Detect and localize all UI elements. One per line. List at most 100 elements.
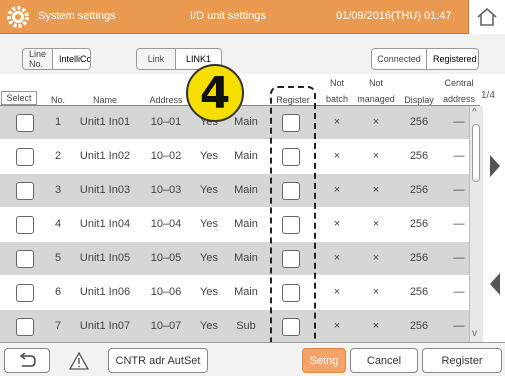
cell-display: 256 [409, 184, 429, 196]
cell-not-managed: × [372, 184, 380, 196]
cell-not-batch: × [333, 150, 341, 162]
cell-display: 256 [409, 150, 429, 162]
register-column-highlight [270, 86, 316, 350]
arrow-left-icon [489, 273, 500, 295]
cell-not-batch: × [333, 116, 341, 128]
cell-not-managed: × [372, 218, 380, 230]
cell-central: — [453, 150, 465, 162]
status-filter[interactable]: Connected Registered [371, 48, 479, 70]
registered-tab[interactable]: Registered [426, 49, 478, 69]
cell-name: Unit1 In01 [79, 116, 131, 128]
cell-mode: Main [234, 184, 258, 196]
scroll-thumb[interactable] [472, 124, 480, 182]
cancel-button[interactable]: Cancel [350, 348, 418, 373]
cell-mode: Main [234, 150, 258, 162]
col-not-batch: Not batch [322, 78, 352, 104]
col-not-managed-line1: Not [368, 78, 383, 88]
cell-name: Unit1 In02 [79, 150, 131, 162]
col-no: No. [50, 95, 65, 105]
warning-button[interactable] [56, 348, 102, 373]
scroll-down-icon[interactable]: v [472, 328, 477, 339]
connected-tab[interactable]: Connected [372, 49, 426, 69]
back-button[interactable] [4, 348, 50, 373]
cell-name: Unit1 In04 [79, 218, 131, 230]
select-checkbox[interactable] [16, 318, 34, 336]
prev-page-button[interactable] [484, 264, 505, 304]
cell-central: — [453, 184, 465, 196]
cell-display: 256 [409, 218, 429, 230]
select-checkbox[interactable] [16, 114, 34, 132]
select-checkbox[interactable] [16, 216, 34, 234]
table-row[interactable]: 6 Unit1 In06 10–06 Yes Main × × 256 — [0, 276, 469, 310]
warning-icon [69, 351, 89, 370]
step-number-callout: 4 [186, 64, 244, 122]
col-central-line1: Central [444, 78, 474, 88]
settings-button[interactable]: Setng [302, 348, 346, 373]
cell-central: — [453, 116, 465, 128]
cell-mode: Main [234, 116, 258, 128]
home-button[interactable] [468, 0, 505, 34]
table-scrollbar[interactable]: ^ v [469, 106, 483, 342]
cell-no: 4 [54, 218, 62, 230]
cell-name: Unit1 In03 [79, 184, 131, 196]
cell-name: Unit1 In05 [79, 252, 131, 264]
cell-yes: Yes [200, 286, 218, 298]
cell-address: 10–03 [150, 184, 182, 196]
next-page-button[interactable] [484, 146, 505, 186]
cntr-adr-autoset-button[interactable]: CNTR adr AutSet [108, 348, 208, 373]
cell-no: 1 [54, 116, 62, 128]
select-checkbox[interactable] [16, 284, 34, 302]
back-arrow-icon [19, 352, 36, 367]
line-no-selector[interactable]: Line No. IntelliCon [22, 48, 91, 70]
app-title: System settings [38, 10, 116, 22]
cell-no: 3 [54, 184, 62, 196]
link-label: Link [137, 49, 175, 69]
line-no-label: Line No. [23, 49, 53, 69]
table-row[interactable]: 2 Unit1 In02 10–02 Yes Main × × 256 — [0, 140, 469, 174]
cell-display: 256 [409, 252, 429, 264]
col-not-managed: Not managed [355, 78, 397, 104]
table-row[interactable]: 4 Unit1 In04 10–04 Yes Main × × 256 — [0, 208, 469, 242]
select-checkbox[interactable] [16, 182, 34, 200]
scroll-up-icon[interactable]: ^ [472, 107, 477, 118]
cell-central: — [453, 218, 465, 230]
table-row[interactable]: 5 Unit1 In05 10–05 Yes Main × × 256 — [0, 242, 469, 276]
cell-mode: Main [234, 218, 258, 230]
home-icon [477, 7, 497, 26]
cell-display: 256 [409, 320, 429, 332]
cell-display: 256 [409, 286, 429, 298]
cell-address: 10–01 [150, 116, 182, 128]
select-checkbox[interactable] [16, 148, 34, 166]
cell-name: Unit1 In06 [79, 286, 131, 298]
cell-no: 7 [54, 320, 62, 332]
table-row[interactable]: 7 Unit1 In07 10–07 Yes Sub × × 256 — [0, 310, 469, 342]
cell-no: 5 [54, 252, 62, 264]
cell-yes: Yes [200, 320, 218, 332]
filter-toolbar: Line No. IntelliCon Link LINK1 Connected… [0, 34, 505, 74]
cell-not-batch: × [333, 320, 341, 332]
select-all-button[interactable]: Select [1, 91, 37, 105]
cell-not-managed: × [372, 286, 380, 298]
cell-display: 256 [409, 116, 429, 128]
cell-not-batch: × [333, 286, 341, 298]
title-bar: System settings I/D unit settings 01/09/… [0, 0, 505, 34]
col-central-line2: address [442, 94, 476, 104]
unit-table: 1 Unit1 In01 10–01 Yes Main × × 256 — 2 Unit1 In02… [0, 106, 469, 342]
page-indicator: 1/4 [481, 90, 495, 101]
cell-name: Unit1 In07 [79, 320, 131, 332]
col-not-batch-line2: batch [325, 94, 349, 104]
table-row[interactable]: 3 Unit1 In03 10–03 Yes Main × × 256 — [0, 174, 469, 208]
select-checkbox[interactable] [16, 250, 34, 268]
cell-mode: Main [234, 252, 258, 264]
cell-not-managed: × [372, 320, 380, 332]
cell-not-managed: × [372, 252, 380, 264]
cell-central: — [453, 320, 465, 332]
cell-yes: Yes [200, 252, 218, 264]
col-central-address: Central address [437, 78, 481, 104]
register-button[interactable]: Register [422, 348, 502, 373]
cell-central: — [453, 286, 465, 298]
cell-address: 10–06 [150, 286, 182, 298]
gear-icon [7, 6, 29, 28]
cell-not-batch: × [333, 252, 341, 264]
footer-bar: CNTR adr AutSet Setng Cancel Register [0, 342, 505, 376]
